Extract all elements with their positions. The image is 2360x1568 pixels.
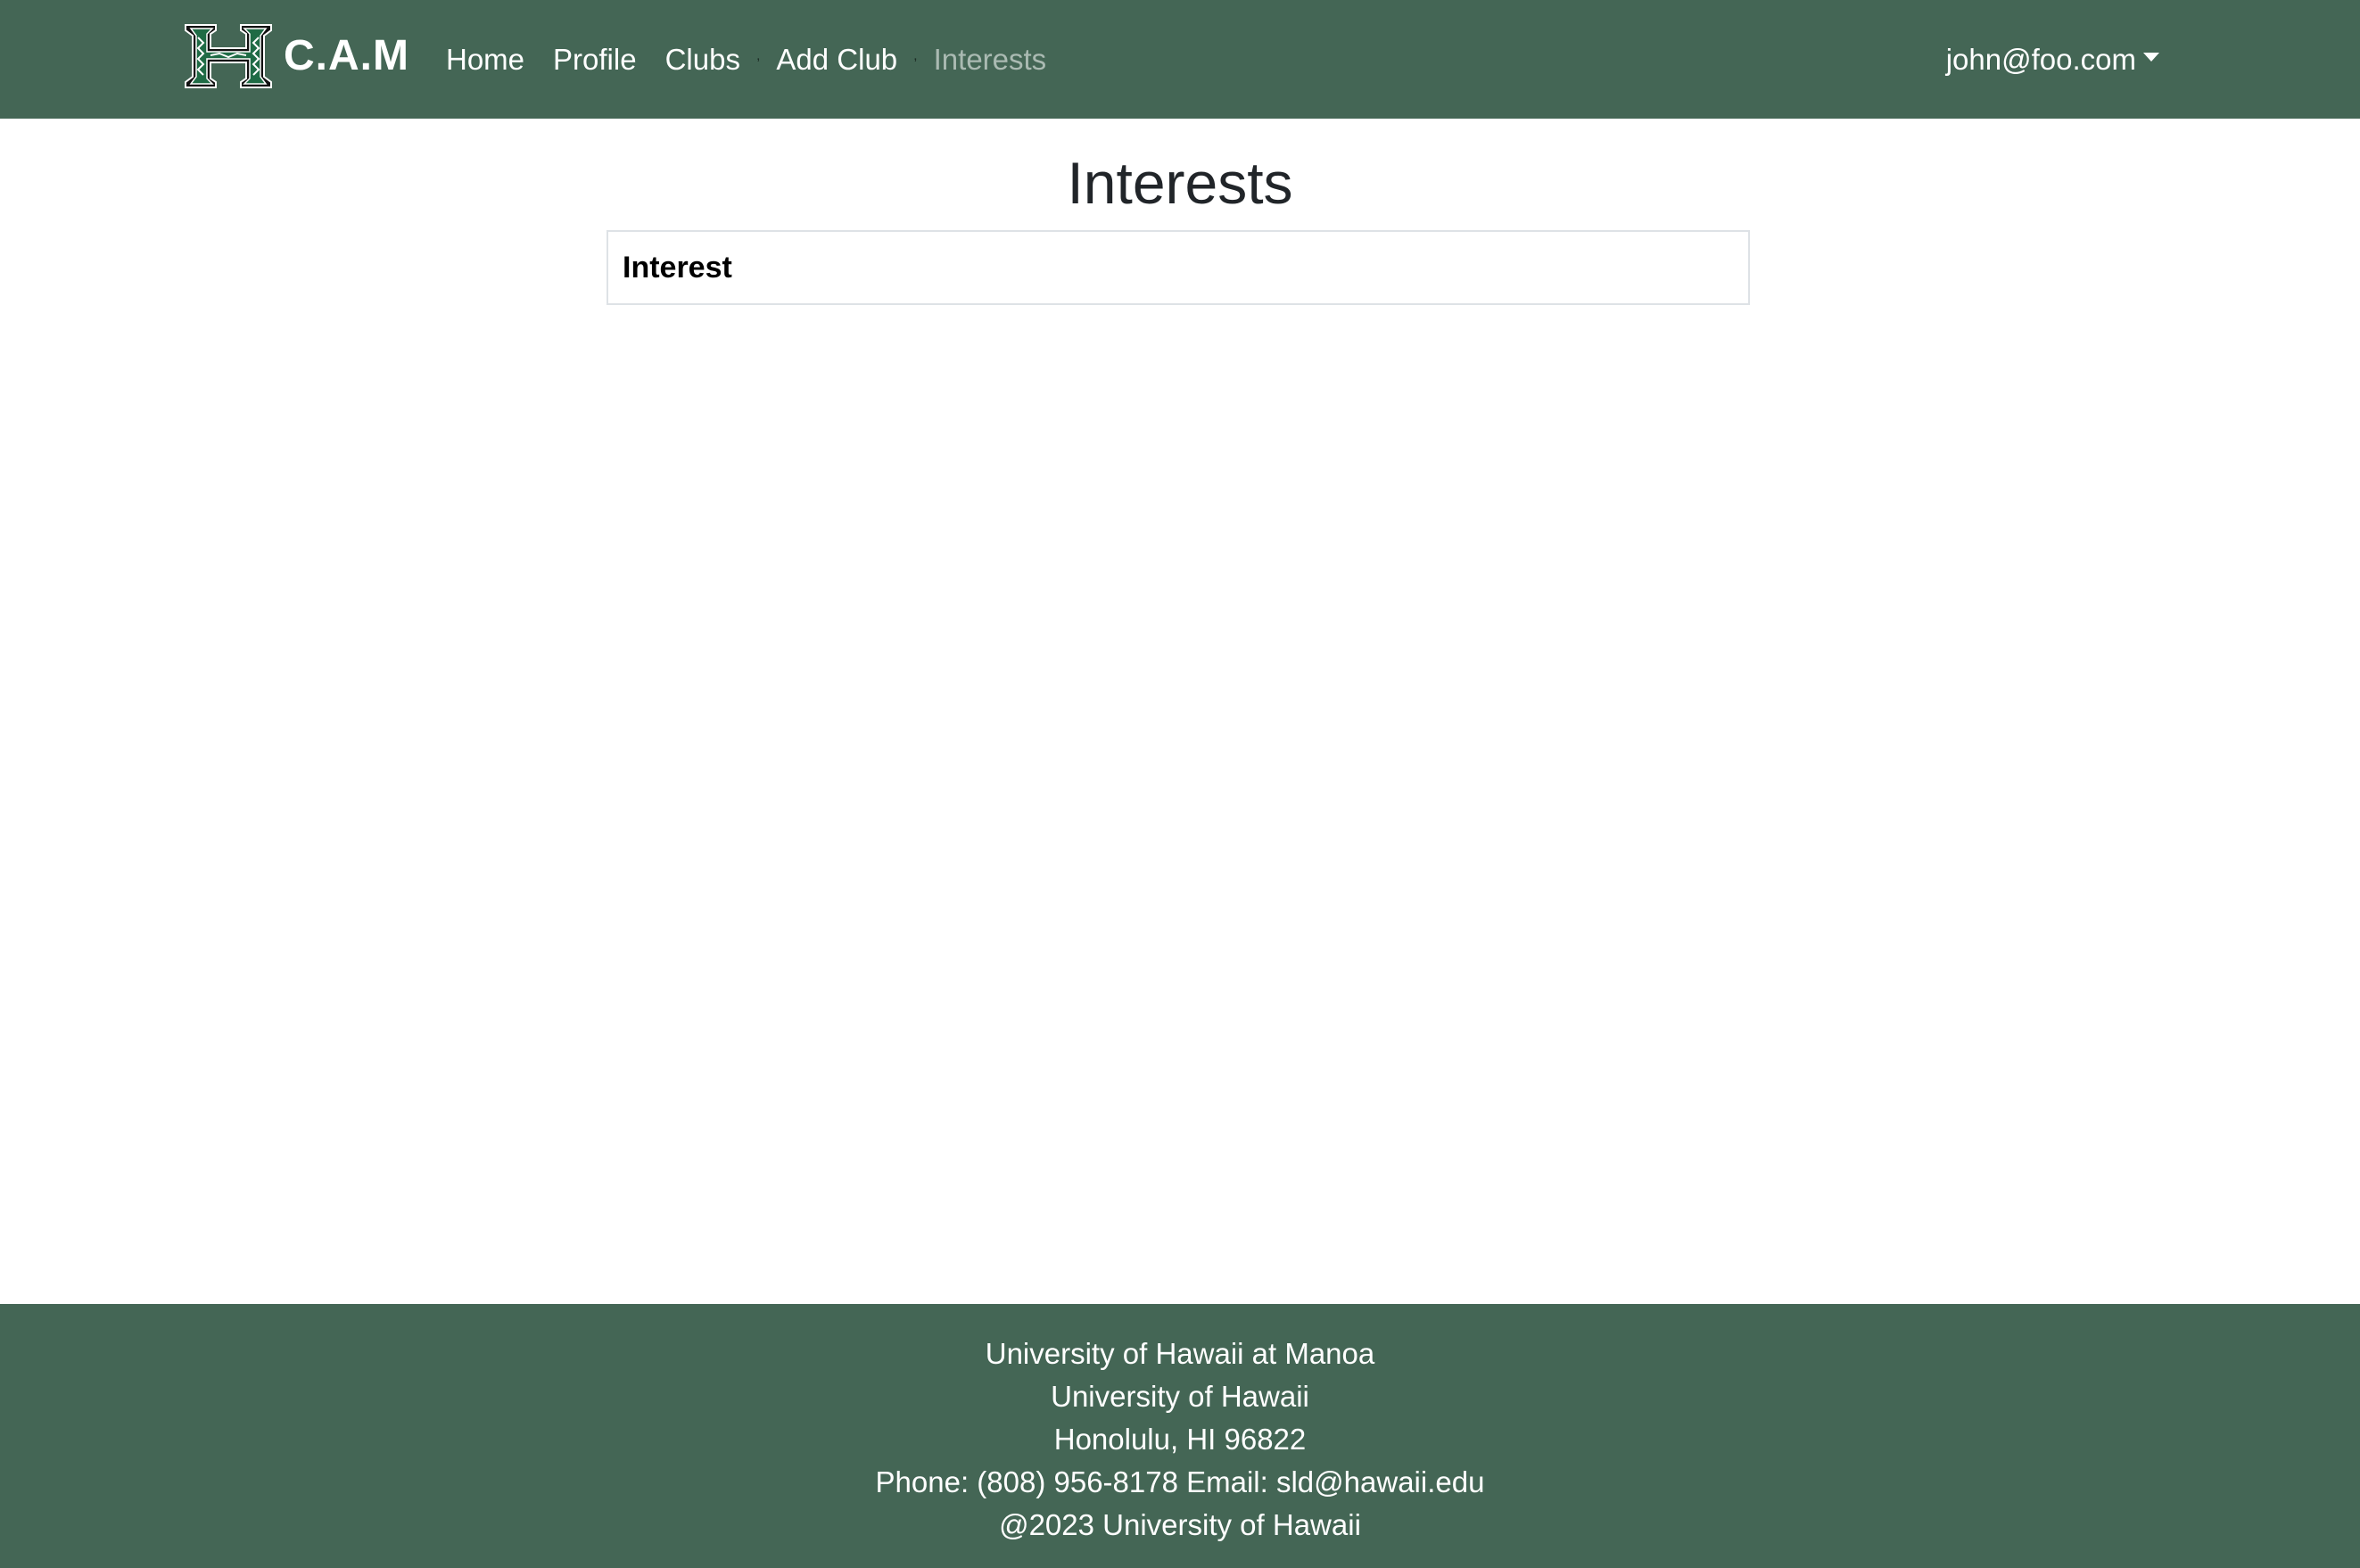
brand-link[interactable]: C.A.M [184,21,409,91]
page: C.A.M Home Profile Clubs , Add Club , In… [0,0,2360,1568]
nav-separator: , [913,47,918,63]
column-header-interest: Interest [623,250,732,285]
footer-copyright: @2023 University of Hawaii [999,1508,1361,1541]
footer-contact: Phone: (808) 956-8178 Email: sld@hawaii.… [875,1465,1485,1498]
nav-link-home[interactable]: Home [446,43,524,77]
nav-link-interests[interactable]: Interests [934,43,1047,77]
table-header-row: Interest [607,231,1749,304]
interests-table: Interest [607,230,1750,305]
footer-city: Honolulu, HI 96822 [1053,1423,1307,1456]
top-navbar: C.A.M Home Profile Clubs , Add Club , In… [0,0,2360,119]
nav-link-add-club[interactable]: Add Club [776,43,897,77]
uh-h-logo-icon [185,24,272,88]
nav-separator: , [755,47,761,63]
caret-down-icon [2143,52,2159,62]
footer-university: University of Hawaii at Manoa [985,1337,1375,1370]
footer-address: University of Hawaii at Manoa University… [0,1333,2360,1547]
page-title: Interests [1067,150,1293,216]
user-email: john@foo.com [1945,42,2136,76]
nav-link-profile[interactable]: Profile [553,43,637,77]
brand-name: C.A.M [284,32,409,79]
user-dropdown[interactable]: john@foo.com [1946,0,2159,119]
footer-system: University of Hawaii [1051,1380,1309,1413]
nav-link-clubs[interactable]: Clubs [665,43,740,77]
nav-links: Home Profile Clubs , Add Club , Interest… [446,0,1075,119]
footer: University of Hawaii at Manoa University… [0,1304,2360,1568]
